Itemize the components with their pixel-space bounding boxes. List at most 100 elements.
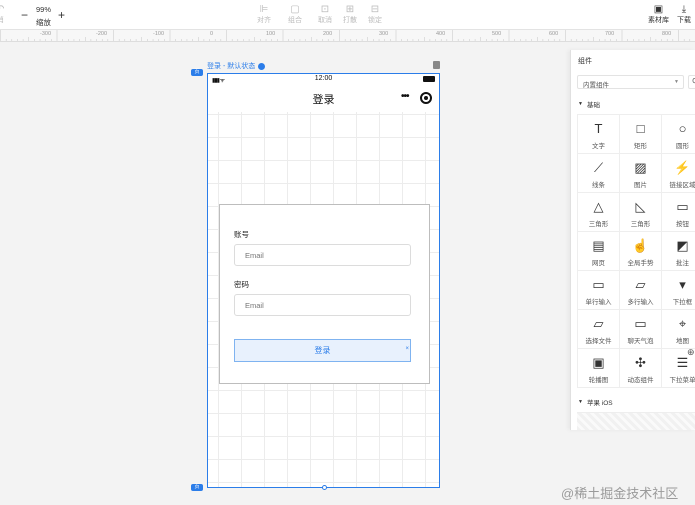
section-ios[interactable]: ▼ 苹果 iOS <box>578 397 613 407</box>
phone-artboard[interactable]: ▮▮▮ ᯤ 12:00 登录 ••• 账号 密码 登录 × <box>207 73 440 490</box>
dropdown-icon: ▾ <box>679 277 686 292</box>
image-icon: ▨ <box>634 160 647 175</box>
webpage-icon: ▤ <box>592 238 605 253</box>
single-input-icon: ▭ <box>592 277 605 292</box>
password-input[interactable] <box>234 294 411 316</box>
panel-title: 组件 <box>578 58 592 65</box>
bundle-button[interactable]: ⊞ 打散 <box>343 4 357 25</box>
component-label: 轮播图 <box>588 377 609 384</box>
file-select-icon: ▱ <box>593 316 604 331</box>
more-icon[interactable]: ••• <box>401 91 409 102</box>
lock-button[interactable]: ⊟ 锁定 <box>368 4 382 25</box>
component-text[interactable]: T 文字 <box>578 115 620 154</box>
ruler-label: 200 <box>323 31 333 37</box>
component-dynamic-component[interactable]: ✣ 动态组件 <box>620 349 662 388</box>
align-button[interactable]: ⊫ 对齐 <box>257 4 271 25</box>
ruler-label: -300 <box>40 31 52 37</box>
multi-input-icon: ▱ <box>635 277 646 292</box>
top-toolbar: ↶ 消 − 99% 缩放 + ⊫ 对齐 ▢ 组合 ⊡ 取消 ⊞ 打散 ⊟ 锁定 … <box>0 0 695 30</box>
download-icon: ⤓ <box>681 4 687 15</box>
horizontal-ruler[interactable]: -300 -200 -100 0 100 200 300 400 500 600… <box>0 30 695 42</box>
status-bar: ▮▮▮ ᯤ 12:00 <box>208 74 439 84</box>
component-label: 聊天气泡 <box>627 338 654 345</box>
download-button[interactable]: ⤓ 下载 <box>677 4 691 25</box>
ungroup-icon: ⊡ <box>320 4 330 15</box>
zoom-value[interactable]: 99% <box>36 5 51 14</box>
bundle-icon: ⊞ <box>345 4 355 15</box>
component-annotation[interactable]: ◩ 批注 <box>662 232 695 271</box>
right-triangle-icon: ◺ <box>635 199 646 214</box>
component-webpage[interactable]: ▤ 网页 <box>578 232 620 271</box>
status-time: 12:00 <box>314 75 333 82</box>
ruler-label: 600 <box>549 31 559 37</box>
component-triangle[interactable]: △ 三角形 <box>578 193 620 232</box>
group-icon: ▢ <box>290 4 300 15</box>
frame-lock-icon[interactable] <box>433 61 440 69</box>
component-label: 下拉菜单 <box>669 377 695 384</box>
ruler-label: 400 <box>436 31 446 37</box>
undo-button[interactable]: ↶ 消 <box>0 4 4 25</box>
component-label: 链接区域 <box>669 182 695 189</box>
account-label: 账号 <box>234 230 249 239</box>
page-badge-top[interactable]: 页 <box>191 69 203 76</box>
dynamic-component-icon: ✣ <box>635 355 646 370</box>
component-library-select[interactable]: 内置组件 ▼ <box>577 75 684 89</box>
resize-handle[interactable] <box>322 485 327 490</box>
component-grid: T 文字 □ 矩形 ○ 圆形 ⟋ 线条 ▨ 图片 ⚡ 链接区域 △ 三角形 ◺ 三角形 ▭ 按钮 ▤ 网页 ☝ 全局手势 ◩… <box>577 114 695 388</box>
component-label: 单行输入 <box>585 299 612 306</box>
component-label: 全局手势 <box>627 260 654 267</box>
selection-close-icon[interactable]: × <box>405 339 409 360</box>
component-circle[interactable]: ○ 圆形 <box>662 115 695 154</box>
link-area-icon: ⚡ <box>674 160 691 175</box>
chevron-down-icon: ▼ <box>674 79 679 85</box>
ruler-label: 500 <box>492 31 502 37</box>
ruler-label: 300 <box>379 31 389 37</box>
ungroup-button[interactable]: ⊡ 取消 <box>318 4 332 25</box>
component-chat-bubble[interactable]: ▭ 聊天气泡 <box>620 310 662 349</box>
component-line[interactable]: ⟋ 线条 <box>578 154 620 193</box>
circle-icon: ○ <box>678 121 687 136</box>
component-carousel[interactable]: ▣ 轮播图 <box>578 349 620 388</box>
component-button[interactable]: ▭ 按钮 <box>662 193 695 232</box>
search-icon[interactable]: Q <box>688 75 695 89</box>
component-rectangle[interactable]: □ 矩形 <box>620 115 662 154</box>
login-button[interactable]: 登录 × <box>234 339 411 362</box>
assets-button[interactable]: ▣ 素材库 <box>648 4 669 25</box>
component-dropdown[interactable]: ▾ 下拉框 <box>662 271 695 310</box>
login-card[interactable]: 账号 密码 登录 × <box>219 204 430 384</box>
password-label: 密码 <box>234 280 249 289</box>
group-button[interactable]: ▢ 组合 <box>288 4 302 25</box>
frame-label[interactable]: 登录 - 默认状态 <box>207 61 266 71</box>
page-badge-bottom[interactable]: 页 <box>191 484 203 491</box>
component-label: 地图 <box>676 338 689 345</box>
line-icon: ⟋ <box>593 160 604 175</box>
text-icon: T <box>594 121 603 136</box>
collapse-triangle-icon: ▼ <box>578 101 583 107</box>
ios-components-preview <box>577 412 695 430</box>
component-label: 批注 <box>676 260 689 267</box>
component-multi-input[interactable]: ▱ 多行输入 <box>620 271 662 310</box>
carousel-icon: ▣ <box>592 355 605 370</box>
state-settings-icon[interactable] <box>258 62 266 70</box>
annotation-icon: ◩ <box>676 238 689 253</box>
zoom-in-button[interactable]: + <box>58 9 65 21</box>
component-gesture[interactable]: ☝ 全局手势 <box>620 232 662 271</box>
ruler-label: 700 <box>605 31 615 37</box>
nav-bar: 登录 ••• <box>208 84 439 112</box>
login-button-label: 登录 <box>314 346 331 355</box>
component-image[interactable]: ▨ 图片 <box>620 154 662 193</box>
component-map[interactable]: ⌖ 地图 <box>662 310 695 349</box>
triangle-icon: △ <box>593 199 604 214</box>
dock-icon[interactable]: ⊕ <box>687 347 695 358</box>
component-right-triangle[interactable]: ◺ 三角形 <box>620 193 662 232</box>
capsule-close-icon[interactable] <box>420 92 432 104</box>
component-label: 圆形 <box>676 143 689 150</box>
component-label: 三角形 <box>588 221 609 228</box>
component-single-input[interactable]: ▭ 单行输入 <box>578 271 620 310</box>
section-basic[interactable]: ▼ 基础 <box>578 99 600 109</box>
account-input[interactable] <box>234 244 411 266</box>
component-link-area[interactable]: ⚡ 链接区域 <box>662 154 695 193</box>
zoom-out-button[interactable]: − <box>21 9 28 21</box>
component-file-select[interactable]: ▱ 选择文件 <box>578 310 620 349</box>
undo-icon: ↶ <box>0 4 5 15</box>
